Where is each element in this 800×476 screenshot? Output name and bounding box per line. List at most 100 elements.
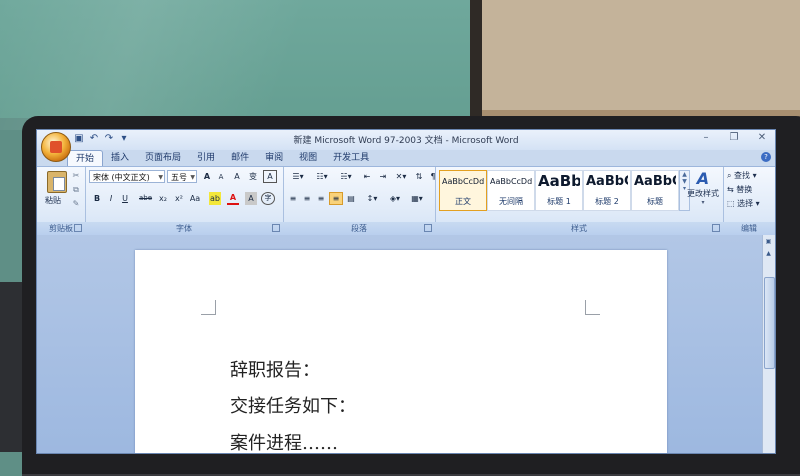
copy-icon[interactable]: ⧉	[71, 185, 81, 195]
enclose-char-button[interactable]: 字	[261, 192, 275, 205]
strikethrough-button[interactable]: abe	[139, 192, 152, 205]
change-styles-dropdown-icon: ▾	[701, 199, 705, 206]
find-label: 查找	[734, 171, 751, 180]
word-window: ▣ ↶ ↷ ▾ 新建 Microsoft Word 97-2003 文档 - M…	[36, 129, 776, 454]
sort-icon[interactable]: ⇅	[413, 170, 425, 183]
select-icon: ⬚	[727, 199, 735, 208]
document-line[interactable]: 交接任务如下：	[230, 392, 356, 418]
font-color-button[interactable]: A	[227, 192, 239, 205]
paragraph-launcher-icon[interactable]	[424, 224, 432, 232]
numbering-button[interactable]: ☷▾	[311, 170, 333, 183]
clipboard-group: 粘贴 ✂ ⧉ ✎ 剪贴板	[37, 167, 86, 235]
ribbon-tabs: 开始 插入 页面布局 引用 邮件 审阅 视图 开发工具	[67, 150, 377, 167]
grow-font-button[interactable]: A	[201, 170, 213, 183]
italic-button[interactable]: I	[105, 192, 117, 205]
style-name: 标题 1	[547, 197, 571, 206]
bullets-button[interactable]: ☰▾	[287, 170, 309, 183]
font-size-dropdown-icon[interactable]: ▼	[190, 171, 195, 184]
replace-icon: ⇆	[727, 185, 734, 194]
tab-references[interactable]: 引用	[189, 150, 223, 166]
align-left-icon[interactable]: ≡	[287, 192, 299, 205]
underline-button[interactable]: U	[119, 192, 131, 205]
style-preview: AaBb	[538, 172, 580, 190]
bold-button[interactable]: B	[91, 192, 103, 205]
close-icon[interactable]: ✕	[755, 132, 769, 143]
borders-icon[interactable]: ▦▾	[407, 192, 427, 205]
replace-button[interactable]: ⇆ 替换	[727, 184, 752, 195]
change-styles-button[interactable]: A 更改样式 ▾	[685, 169, 721, 206]
font-name-combo[interactable]: 宋体 (中文正文) ▼	[89, 170, 165, 183]
tab-review[interactable]: 审阅	[257, 150, 291, 166]
superscript-button[interactable]: x²	[173, 192, 185, 205]
format-painter-icon[interactable]: ✎	[71, 199, 81, 209]
style-preview: AaBbC	[586, 174, 628, 189]
editing-group: ⌕ 查找 ▾ ⇆ 替换 ⬚ 选择 ▾ 编辑	[723, 167, 775, 235]
tab-insert[interactable]: 插入	[103, 150, 137, 166]
char-border-button[interactable]: A	[263, 170, 277, 183]
highlight-button[interactable]: ab	[209, 192, 221, 205]
multilevel-list-button[interactable]: ☵▾	[335, 170, 357, 183]
background-wall-right	[482, 0, 800, 118]
scroll-thumb[interactable]	[764, 277, 775, 369]
decrease-indent-icon[interactable]: ⇤	[361, 170, 373, 183]
line-spacing-icon[interactable]: ↕▾	[363, 192, 381, 205]
style-name: 标题 2	[595, 197, 619, 206]
font-name-dropdown-icon[interactable]: ▼	[158, 171, 163, 184]
office-button[interactable]	[41, 132, 71, 162]
restore-icon[interactable]: ❐	[727, 132, 741, 143]
justify-icon[interactable]: ≡	[329, 192, 343, 205]
style-title[interactable]: AaBbC 标题	[631, 170, 679, 211]
style-normal[interactable]: AaBbCcDd 正文	[439, 170, 487, 211]
scroll-up-icon[interactable]: ▲	[764, 249, 773, 258]
paste-icon[interactable]	[47, 171, 67, 193]
tab-page-layout[interactable]: 页面布局	[137, 150, 189, 166]
document-line[interactable]: 辞职报告：	[230, 356, 320, 382]
document-line[interactable]: 案件进程……	[230, 429, 338, 453]
select-button[interactable]: ⬚ 选择 ▾	[727, 198, 760, 209]
help-icon[interactable]: ?	[761, 152, 771, 162]
window-title: 新建 Microsoft Word 97-2003 文档 - Microsoft…	[293, 136, 519, 146]
tab-home[interactable]: 开始	[67, 150, 104, 167]
distributed-icon[interactable]: ▤	[345, 192, 357, 205]
editing-group-label: 编辑	[723, 222, 775, 235]
paste-button-label[interactable]: 粘贴	[45, 195, 61, 206]
change-case-button[interactable]: Aa	[189, 192, 201, 205]
styles-group: AaBbCcDd 正文 AaBbCcDd 无间隔 AaBb 标题 1 AaBbC…	[435, 167, 724, 235]
style-preview: AaBbCcDd	[442, 177, 484, 186]
paragraph-group-label: 段落	[283, 222, 435, 235]
tab-developer[interactable]: 开发工具	[325, 150, 377, 166]
change-styles-icon: A	[696, 169, 710, 188]
find-icon: ⌕	[727, 171, 732, 180]
clipboard-launcher-icon[interactable]	[74, 224, 82, 232]
clear-format-button[interactable]: A	[231, 170, 243, 183]
minimize-icon[interactable]: –	[699, 132, 713, 143]
phonetic-guide-button[interactable]: 变	[247, 170, 259, 183]
subscript-button[interactable]: x₂	[157, 192, 169, 205]
asian-layout-icon[interactable]: ✕▾	[395, 170, 407, 183]
align-right-icon[interactable]: ≡	[315, 192, 327, 205]
char-shading-button[interactable]: A	[245, 192, 257, 205]
style-heading-1[interactable]: AaBb 标题 1	[535, 170, 583, 211]
window-controls: – ❐ ✕	[699, 132, 769, 143]
vertical-scrollbar[interactable]: ▣ ▲	[762, 235, 775, 453]
find-button[interactable]: ⌕ 查找 ▾	[727, 170, 757, 181]
styles-launcher-icon[interactable]	[712, 224, 720, 232]
increase-indent-icon[interactable]: ⇥	[377, 170, 389, 183]
tab-mailings[interactable]: 邮件	[223, 150, 257, 166]
ruler-toggle-icon[interactable]: ▣	[764, 237, 773, 246]
background-wall-left	[0, 0, 478, 118]
style-name: 无间隔	[499, 197, 523, 206]
font-size-combo[interactable]: 五号 ▼	[167, 170, 197, 183]
cut-icon[interactable]: ✂	[71, 171, 81, 181]
tab-view[interactable]: 视图	[291, 150, 325, 166]
font-launcher-icon[interactable]	[272, 224, 280, 232]
background-divider	[470, 0, 482, 118]
document-page[interactable]: 辞职报告： 交接任务如下： 案件进程……	[135, 250, 667, 453]
style-heading-2[interactable]: AaBbC 标题 2	[583, 170, 631, 211]
shrink-font-button[interactable]: A	[215, 171, 227, 184]
shading-icon[interactable]: ◈▾	[385, 192, 405, 205]
align-center-icon[interactable]: ≡	[301, 192, 313, 205]
style-no-spacing[interactable]: AaBbCcDd 无间隔	[487, 170, 535, 211]
font-group-label: 字体	[85, 222, 283, 235]
margin-mark-right	[585, 300, 600, 315]
